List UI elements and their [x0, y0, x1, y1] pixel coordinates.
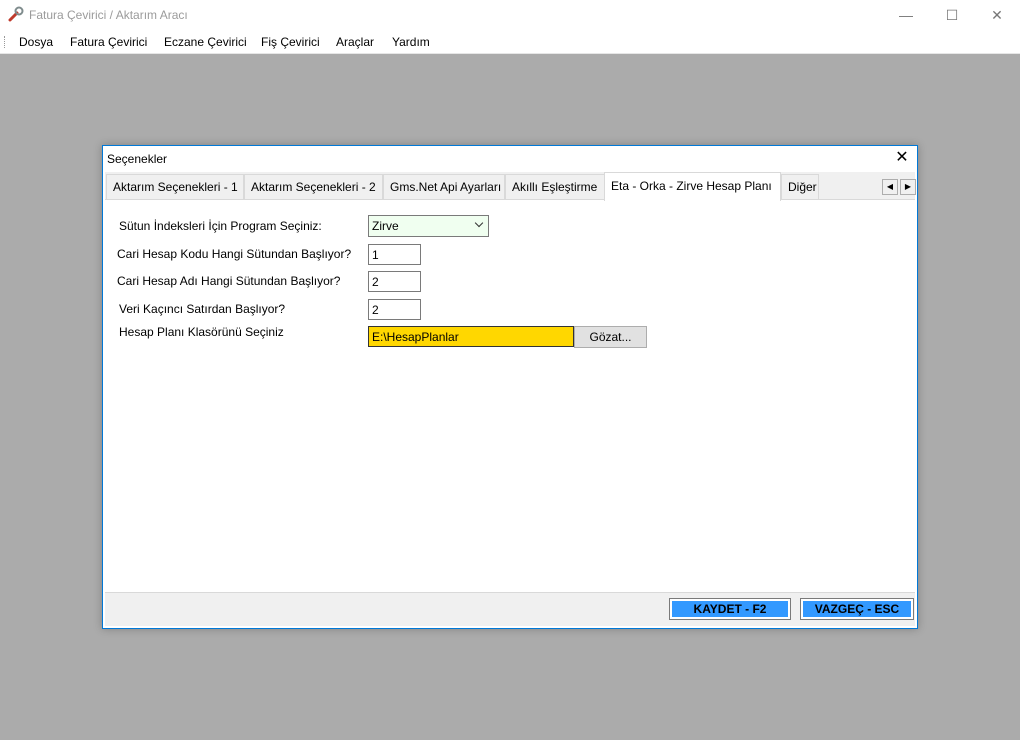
dialog-title: Seçenekler [107, 152, 168, 166]
veri-satir-label: Veri Kaçıncı Satırdan Başlıyor? [119, 302, 286, 316]
program-select[interactable]: Zirve [368, 215, 489, 237]
menu-araclar[interactable]: Araçlar [336, 35, 374, 49]
tab-aktarim-secenekleri-1[interactable]: Aktarım Seçenekleri - 1 [106, 174, 244, 199]
menu-grip-icon [4, 36, 7, 48]
cari-adi-input[interactable]: 2 [368, 271, 421, 292]
tab-strip: Aktarım Seçenekleri - 1 Aktarım Seçenekl… [105, 172, 916, 201]
cari-kodu-label: Cari Hesap Kodu Hangi Sütundan Başlıyor? [117, 247, 352, 261]
dialog-close-button[interactable]: ✕ [887, 146, 917, 170]
tab-akilli-eslestirme[interactable]: Akıllı Eşleştirme [505, 174, 605, 199]
tab-page-eta-orka-zirve: Sütun İndeksleri İçin Program Seçiniz: Z… [105, 200, 915, 592]
tab-gms-net-api[interactable]: Gms.Net Api Ayarları [383, 174, 505, 199]
tab-eta-orka-zirve[interactable]: Eta - Orka - Zirve Hesap Planı [604, 172, 781, 201]
program-label: Sütun İndeksleri İçin Program Seçiniz: [119, 219, 322, 233]
menu-yardim[interactable]: Yardım [392, 35, 430, 49]
tab-scroll-right-icon[interactable]: ▶ [900, 179, 916, 195]
save-button[interactable]: KAYDET - F2 [669, 598, 791, 620]
tab-diger[interactable]: Diğer [781, 174, 819, 199]
wrench-icon [8, 6, 24, 22]
dialog-footer: KAYDET - F2 VAZGEÇ - ESC [105, 592, 915, 626]
options-dialog: Seçenekler ✕ Aktarım Seçenekleri - 1 Akt… [102, 145, 918, 629]
menu-fis-cevirici[interactable]: Fiş Çevirici [261, 35, 320, 49]
tab-scroll-left-icon[interactable]: ◀ [882, 179, 898, 195]
cari-adi-label: Cari Hesap Adı Hangi Sütundan Başlıyor? [117, 274, 341, 288]
menu-fatura-cevirici[interactable]: Fatura Çevirici [70, 35, 147, 49]
klasor-path-input[interactable]: E:\HesapPlanlar [368, 326, 574, 347]
menu-eczane-cevirici[interactable]: Eczane Çevirici [164, 35, 247, 49]
maximize-button[interactable]: ☐ [929, 0, 975, 30]
tab-aktarim-secenekleri-2[interactable]: Aktarım Seçenekleri - 2 [244, 174, 383, 199]
veri-satir-input[interactable]: 2 [368, 299, 421, 320]
window-titlebar: Fatura Çevirici / Aktarım Aracı — ☐ ✕ [0, 0, 1020, 30]
program-select-value: Zirve [372, 219, 399, 233]
minimize-button[interactable]: — [883, 0, 929, 30]
klasor-label: Hesap Planı Klasörünü Seçiniz [119, 325, 284, 339]
menu-dosya[interactable]: Dosya [19, 35, 53, 49]
window-title: Fatura Çevirici / Aktarım Aracı [29, 8, 188, 22]
browse-button[interactable]: Gözat... [574, 326, 647, 348]
cancel-button[interactable]: VAZGEÇ - ESC [800, 598, 914, 620]
cari-kodu-input[interactable]: 1 [368, 244, 421, 265]
close-window-button[interactable]: ✕ [974, 0, 1020, 30]
chevron-down-icon [474, 218, 484, 228]
menu-bar: Dosya Fatura Çevirici Eczane Çevirici Fi… [0, 30, 1020, 54]
